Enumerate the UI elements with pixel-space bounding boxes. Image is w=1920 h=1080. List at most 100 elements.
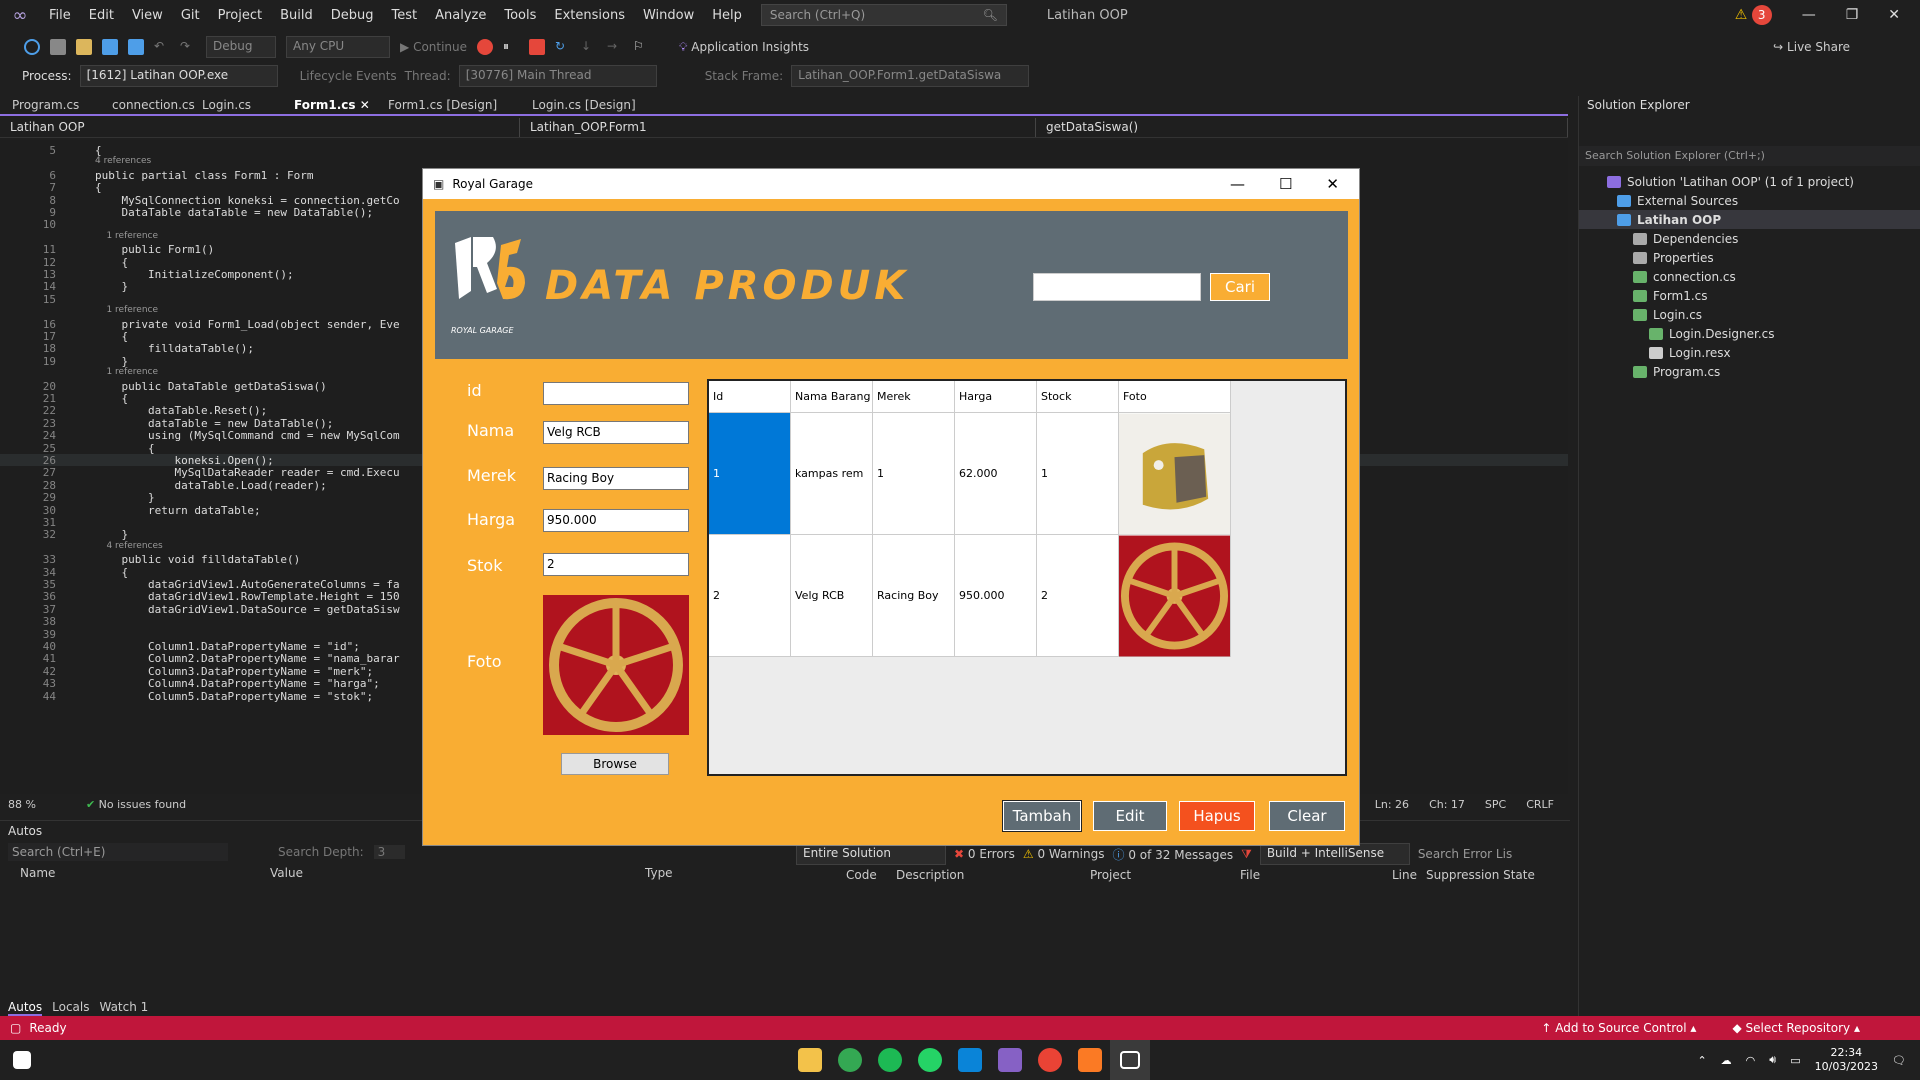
xampp-button[interactable] <box>1070 1040 1110 1080</box>
grid-cell[interactable]: 2 <box>709 535 791 657</box>
tab-login-cs[interactable]: Login.cs <box>190 96 282 114</box>
grid-cell[interactable]: 1 <box>709 413 791 535</box>
live-share-button[interactable]: ↪ Live Share <box>1773 40 1850 54</box>
reference-count[interactable]: 1 reference <box>95 231 158 241</box>
grid-cell[interactable]: kampas rem <box>791 413 873 535</box>
restart-icon[interactable]: ↻ <box>555 39 571 55</box>
menu-test[interactable]: Test <box>383 8 427 23</box>
spotify-button[interactable] <box>870 1040 910 1080</box>
grid-header-cell[interactable]: Id <box>709 381 791 413</box>
menu-help[interactable]: Help <box>703 8 751 23</box>
process-dropdown[interactable]: [1612] Latihan OOP.exe <box>79 65 278 87</box>
tab-form1-cs[interactable]: Form1.cs ✕ <box>282 96 376 114</box>
volume-icon[interactable]: 🔊︎ <box>1769 1053 1776 1067</box>
menu-analyze[interactable]: Analyze <box>426 8 495 23</box>
menu-git[interactable]: Git <box>172 8 209 23</box>
grid-cell[interactable]: 950.000 <box>955 535 1037 657</box>
solution-search-input[interactable]: Search Solution Explorer (Ctrl+;) <box>1579 146 1920 166</box>
menu-build[interactable]: Build <box>271 8 322 23</box>
form-close-icon[interactable]: ✕ <box>1326 175 1339 193</box>
errors-filter[interactable]: ✖ 0 Errors <box>954 847 1015 861</box>
tab-autos[interactable]: Autos <box>8 1000 43 1016</box>
col-suppression[interactable]: Suppression State <box>1426 868 1535 882</box>
tree-item[interactable]: Form1.cs <box>1579 286 1920 305</box>
undo-icon[interactable]: ↶ <box>154 39 170 55</box>
menu-window[interactable]: Window <box>634 8 703 23</box>
tambah-button[interactable]: Tambah <box>1002 800 1082 832</box>
reference-count[interactable]: 1 reference <box>95 305 158 315</box>
grid-cell[interactable]: Velg RCB <box>791 535 873 657</box>
menu-view[interactable]: View <box>123 8 172 23</box>
tree-item[interactable]: Login.cs <box>1579 305 1920 324</box>
onedrive-icon[interactable]: ☁ <box>1721 1054 1732 1067</box>
reference-count[interactable]: 1 reference <box>95 367 158 377</box>
col-value[interactable]: Value <box>270 866 645 880</box>
wifi-icon[interactable]: ◠ <box>1746 1054 1756 1067</box>
notifications-icon[interactable]: 🗨︎ <box>1892 1054 1906 1067</box>
zoom-level[interactable]: 88 % <box>8 798 36 811</box>
hot-reload-icon[interactable] <box>477 39 494 55</box>
tab-locals[interactable]: Locals <box>52 1000 89 1016</box>
tree-item[interactable]: External Sources <box>1579 191 1920 210</box>
grid-cell[interactable]: 1 <box>1037 413 1119 535</box>
code-line[interactable]: 4 references <box>0 156 1568 168</box>
project-dropdown[interactable]: Latihan OOP <box>0 118 520 137</box>
pause-icon[interactable]: ⏸ <box>503 39 519 55</box>
edit-button[interactable]: Edit <box>1093 801 1167 831</box>
save-all-icon[interactable] <box>128 39 144 55</box>
clear-button[interactable]: Clear <box>1269 801 1345 831</box>
search-button[interactable]: Cari <box>1210 273 1270 301</box>
platform-dropdown[interactable]: Any CPU <box>286 36 390 58</box>
reference-count[interactable]: 4 references <box>95 541 162 551</box>
error-search-input[interactable]: Search Error Lis <box>1418 847 1512 861</box>
search-input[interactable]: Search (Ctrl+Q) 🔍︎ <box>760 4 1007 26</box>
menu-debug[interactable]: Debug <box>322 8 383 23</box>
col-file[interactable]: File <box>1240 868 1392 882</box>
save-icon[interactable] <box>102 39 118 55</box>
continue-button[interactable]: ▶ Continue <box>400 40 467 54</box>
select-repository-button[interactable]: ◆ Select Repository ▴ <box>1732 1021 1860 1035</box>
menu-extensions[interactable]: Extensions <box>545 8 634 23</box>
tree-item[interactable]: Dependencies <box>1579 229 1920 248</box>
tab-connection-cs[interactable]: connection.cs <box>100 96 195 114</box>
grid-cell[interactable]: Racing Boy <box>873 535 955 657</box>
running-app-button[interactable] <box>1110 1040 1150 1080</box>
form-minimize-icon[interactable]: — <box>1230 175 1245 193</box>
product-search-input[interactable] <box>1033 273 1201 301</box>
grid-header-cell[interactable]: Foto <box>1119 381 1231 413</box>
whatsapp-button[interactable] <box>910 1040 950 1080</box>
grid-header-cell[interactable]: Merek <box>873 381 955 413</box>
back-icon[interactable] <box>24 39 40 55</box>
redo-icon[interactable]: ↷ <box>180 39 196 55</box>
lifecycle-events-button[interactable]: Lifecycle Events <box>300 69 397 83</box>
tab-program-cs[interactable]: Program.cs <box>0 96 100 114</box>
merek-input[interactable]: Racing Boy <box>543 467 689 490</box>
tree-item[interactable]: Solution 'Latihan OOP' (1 of 1 project) <box>1579 172 1920 191</box>
messages-filter[interactable]: ⓘ 0 of 32 Messages <box>1112 846 1233 863</box>
stok-input[interactable]: 2 <box>543 553 689 576</box>
tab-login-design[interactable]: Login.cs [Design] <box>520 96 648 114</box>
configuration-dropdown[interactable]: Debug <box>206 36 276 58</box>
tab-watch1[interactable]: Watch 1 <box>99 1000 148 1016</box>
warnings-filter[interactable]: ⚠ 0 Warnings <box>1023 847 1105 861</box>
battery-icon[interactable]: ▭ <box>1790 1054 1800 1067</box>
browse-button[interactable]: Browse <box>561 753 669 775</box>
new-project-icon[interactable] <box>50 39 66 55</box>
tree-item[interactable]: Login.Designer.cs <box>1579 324 1920 343</box>
bookmark-icon[interactable]: ⚐ <box>633 39 649 55</box>
grid-header-cell[interactable]: Stock <box>1037 381 1119 413</box>
product-data-grid[interactable]: Id Nama Barang Merek Harga Stock Foto 1 kampas … <box>707 379 1347 776</box>
close-icon[interactable]: ✕ <box>1888 7 1900 23</box>
reference-count[interactable]: 4 references <box>95 156 151 166</box>
filter-icon[interactable]: ⧩ <box>1241 847 1252 862</box>
menu-file[interactable]: File <box>40 8 80 23</box>
scope-dropdown[interactable]: Entire Solution <box>796 843 946 865</box>
search-depth-dropdown[interactable]: 3 <box>373 845 406 859</box>
grid-cell[interactable]: 2 <box>1037 535 1119 657</box>
col-code[interactable]: Code <box>846 868 896 882</box>
nama-input[interactable]: Velg RCB <box>543 421 689 444</box>
step-over-icon[interactable]: → <box>607 39 623 55</box>
class-dropdown[interactable]: Latihan_OOP.Form1 <box>520 118 1036 137</box>
step-into-icon[interactable]: ↓ <box>581 39 597 55</box>
open-folder-icon[interactable] <box>76 39 92 55</box>
